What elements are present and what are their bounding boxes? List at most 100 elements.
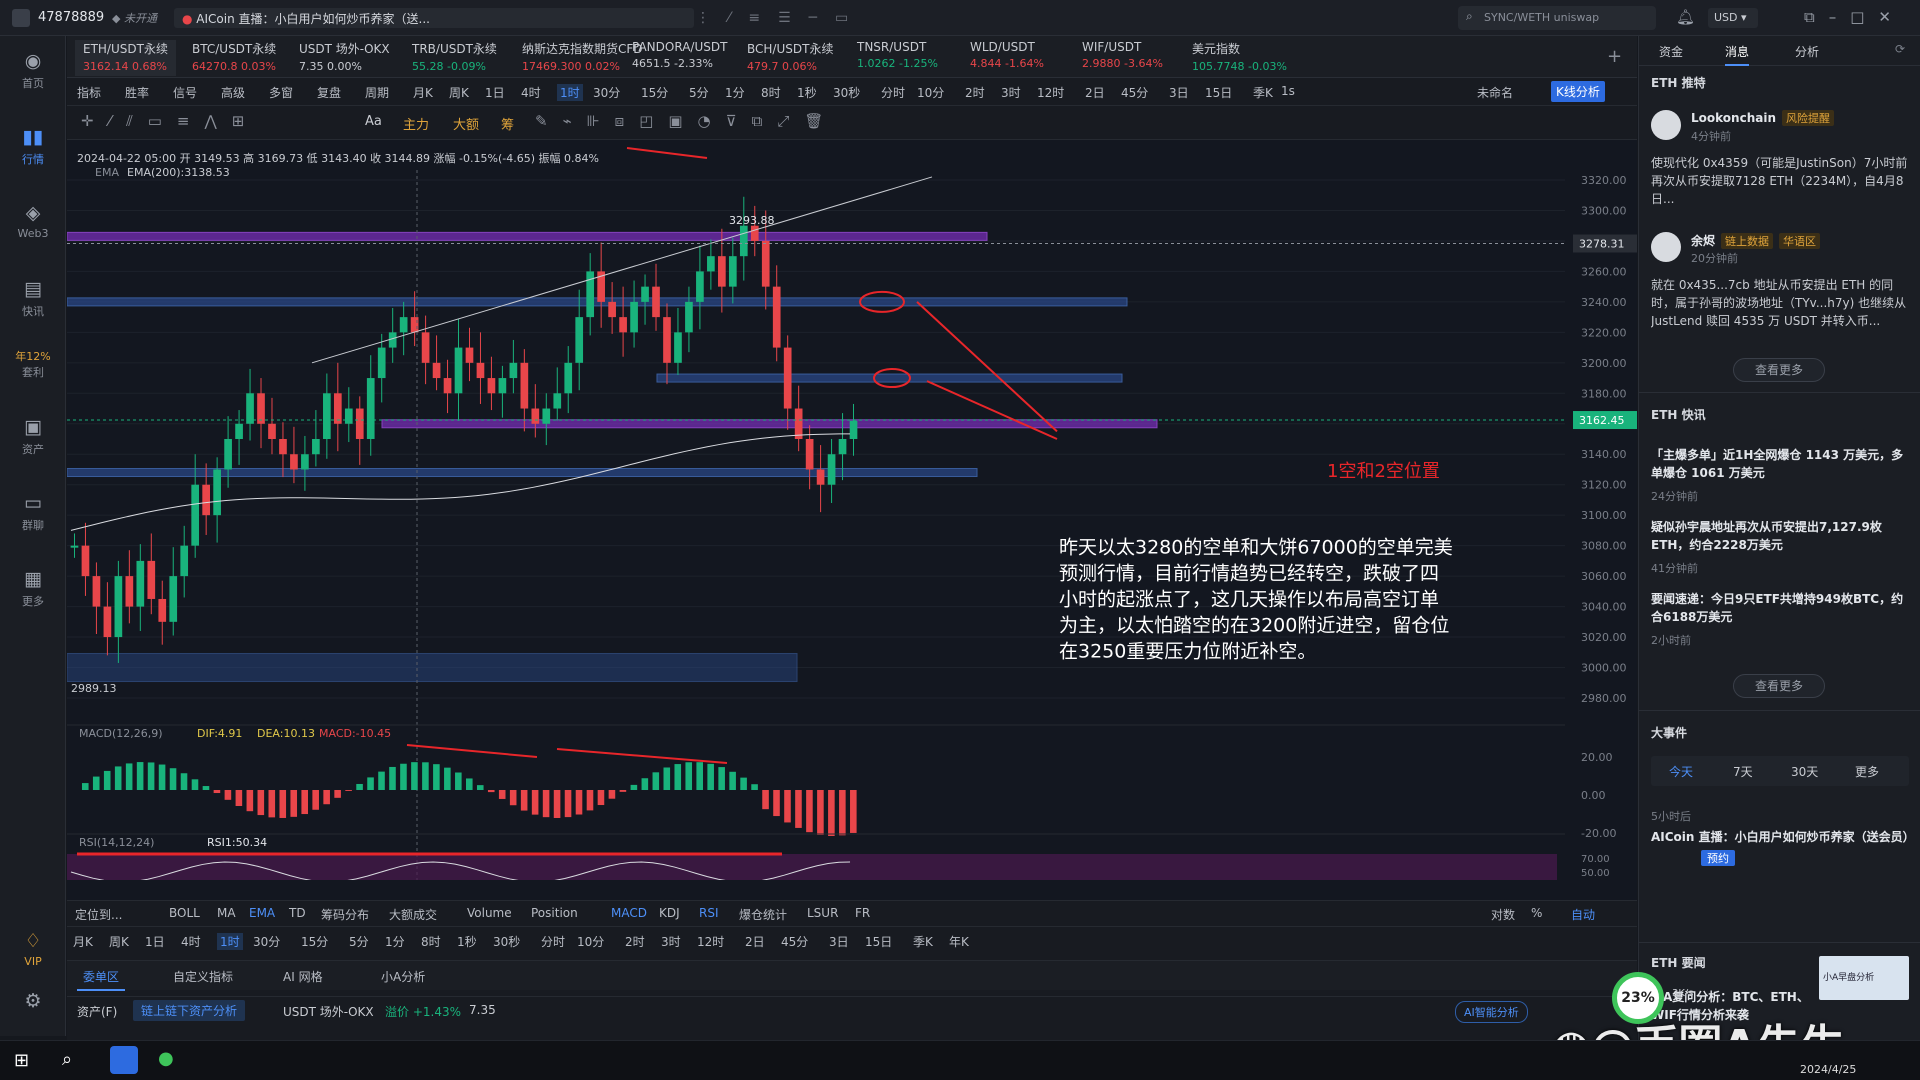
tweet-text[interactable]: 使现代化 0x4359（可能是JustinSon）7小时前再次从币安提取7128… — [1651, 154, 1909, 210]
drawing-tools-icons-2[interactable]: ✎⌁⊪⧈◰▣◔⊽⧉⤢🗑︎ — [535, 112, 838, 130]
interval-7[interactable]: 月K — [413, 84, 433, 101]
bottom-interval-8[interactable]: 1分 — [385, 933, 405, 950]
symbol-tab[interactable]: BTC/USDT永续 64270.8 0.03% — [192, 40, 276, 76]
indicator-5[interactable]: 筹码分布 — [321, 906, 369, 923]
interval-28[interactable]: 季K — [1253, 84, 1273, 101]
bottom-interval-21[interactable]: 季K — [913, 933, 933, 950]
indicator-2[interactable]: MA — [217, 906, 236, 920]
chip-tool[interactable]: 筹 — [501, 114, 514, 133]
indicator-9[interactable]: MACD — [611, 906, 647, 920]
drawing-quick-tools[interactable]: ⋮⁄≡☰─▭ — [696, 10, 866, 26]
bottom-interval-20[interactable]: 15日 — [865, 933, 892, 950]
symbol-tab[interactable]: 美元指数 105.7748 -0.03% — [1192, 40, 1287, 76]
window-controls[interactable]: ⧉–□✕ — [1804, 8, 1905, 26]
tab-messages[interactable]: 消息 — [1725, 43, 1750, 66]
wechat-icon[interactable]: ● — [158, 1048, 174, 1069]
interval-10[interactable]: 4时 — [521, 84, 541, 101]
interval-20[interactable]: 10分 — [917, 84, 944, 101]
interval-25[interactable]: 45分 — [1121, 84, 1148, 101]
nav-assets[interactable]: ▣ 资产 — [0, 416, 66, 457]
drawing-tools-icons[interactable]: ✛⁄⫽▭≡⋀⊞ — [81, 112, 259, 130]
interval-15[interactable]: 1分 — [725, 84, 745, 101]
bottom-interval-3[interactable]: 4时 — [181, 933, 201, 950]
interval-11[interactable]: 1时 — [557, 84, 583, 101]
asset-analysis-link[interactable]: 链上链下资产分析 — [133, 1000, 246, 1021]
interval-5[interactable]: 复盘 — [317, 84, 341, 101]
interval-21[interactable]: 2时 — [965, 84, 985, 101]
add-tab-icon[interactable]: + — [1607, 46, 1622, 67]
bottom-interval-5[interactable]: 30分 — [253, 933, 280, 950]
bottom-interval-2[interactable]: 1日 — [145, 933, 165, 950]
currency-select[interactable]: USD ▾ — [1708, 8, 1758, 28]
bottom-interval-13[interactable]: 10分 — [577, 933, 604, 950]
tab-today[interactable]: 今天 — [1669, 763, 1693, 780]
search-icon[interactable]: ⌕ — [62, 1049, 72, 1070]
bottom-interval-12[interactable]: 分时 — [541, 933, 565, 950]
tweet-user[interactable]: 余烬 链上数据 华语区 — [1691, 232, 1821, 249]
refresh-icon[interactable]: ⟳ — [1895, 42, 1905, 56]
indicator-7[interactable]: Volume — [467, 906, 512, 920]
indicator-1[interactable]: BOLL — [169, 906, 200, 920]
interval-0[interactable]: 指标 — [77, 84, 101, 101]
symbol-tab[interactable]: TNSR/USDT 1.0262 -1.25% — [857, 40, 938, 76]
bottom-interval-11[interactable]: 30秒 — [493, 933, 520, 950]
broadcast-banner[interactable]: ● AICoin 直播：小白用户如何炒币养家（送... — [174, 8, 694, 28]
nav-arbitrage[interactable]: 年12% 套利 — [0, 348, 66, 380]
scale-option-1[interactable]: % — [1531, 906, 1542, 920]
bottom-interval-10[interactable]: 1秒 — [457, 933, 477, 950]
bottom-interval-0[interactable]: 月K — [73, 933, 93, 950]
interval-17[interactable]: 1秒 — [797, 84, 817, 101]
panel-tab-3[interactable]: 小A分析 — [381, 968, 425, 985]
interval-6[interactable]: 周期 — [365, 84, 389, 101]
reserve-badge[interactable]: 预约 — [1701, 850, 1735, 866]
indicator-4[interactable]: TD — [289, 906, 306, 920]
indicator-8[interactable]: Position — [531, 906, 578, 920]
tweet-text[interactable]: 就在 0x435...7cb 地址从币安提出 ETH 的同时，属于孙哥的波场地址… — [1651, 276, 1909, 332]
scale-option-0[interactable]: 对数 — [1491, 906, 1515, 923]
symbol-tab[interactable]: 纳斯达克指数期货CFD 17469.300 0.02% — [522, 40, 643, 76]
interval-23[interactable]: 12时 — [1037, 84, 1064, 101]
aicoin-app-icon[interactable] — [110, 1046, 138, 1074]
nav-chat[interactable]: ▭ 群聊 — [0, 492, 66, 533]
bottom-interval-15[interactable]: 3时 — [661, 933, 681, 950]
scale-option-2[interactable]: 自动 — [1571, 906, 1595, 923]
nav-more[interactable]: ▦ 更多 — [0, 568, 66, 609]
kline-chart[interactable]: 2024-04-22 05:00 开 3149.53 高 3169.73 低 3… — [67, 140, 1637, 880]
nav-web3[interactable]: ◈ Web3 — [0, 202, 66, 240]
interval-4[interactable]: 多窗 — [269, 84, 293, 101]
interval-22[interactable]: 3时 — [1001, 84, 1021, 101]
bottom-interval-7[interactable]: 5分 — [349, 933, 369, 950]
interval-24[interactable]: 2日 — [1085, 84, 1105, 101]
asset-label[interactable]: 资产(F) — [77, 1003, 117, 1020]
event-item[interactable]: AICoin 直播：小白用户如何炒币养家（送会员） — [1651, 828, 1915, 846]
chart-area[interactable]: 2024-04-22 05:00 开 3149.53 高 3169.73 低 3… — [67, 140, 1637, 920]
symbol-tab[interactable]: WIF/USDT 2.9880 -3.64% — [1082, 40, 1163, 76]
interval-14[interactable]: 5分 — [689, 84, 709, 101]
kline-analysis-button[interactable]: K线分析 — [1551, 81, 1605, 102]
tab-analysis[interactable]: 分析 — [1795, 43, 1819, 60]
news-item[interactable]: 要闻速递：今日9只ETF共增持949枚BTC，约合6188万美元 — [1651, 590, 1909, 626]
avatar[interactable] — [1651, 110, 1681, 140]
indicator-12[interactable]: 爆仓统计 — [739, 906, 787, 923]
nav-market[interactable]: ▮▮ 行情 — [0, 126, 66, 167]
panel-tab-2[interactable]: AI 网格 — [283, 968, 323, 985]
text-tool[interactable]: Aa — [365, 114, 382, 129]
indicator-6[interactable]: 大额成交 — [389, 906, 437, 923]
interval-19[interactable]: 分时 — [881, 84, 905, 101]
symbol-tab[interactable]: ETH/USDT永续 3162.14 0.68% — [75, 40, 176, 76]
tab-more[interactable]: 更多 — [1855, 763, 1879, 780]
nav-settings[interactable]: ⚙ — [0, 990, 66, 1015]
bottom-interval-17[interactable]: 2日 — [745, 933, 765, 950]
interval-3[interactable]: 高级 — [221, 84, 245, 101]
tab-7d[interactable]: 7天 — [1733, 763, 1753, 780]
interval-27[interactable]: 15日 — [1205, 84, 1232, 101]
view-more-button[interactable]: 查看更多 — [1733, 674, 1825, 698]
layout-select[interactable]: 未命名 — [1477, 84, 1513, 101]
indicator-11[interactable]: RSI — [699, 906, 719, 920]
tweet-user[interactable]: Lookonchain 风险提醒 — [1691, 110, 1834, 126]
realtime-interval[interactable]: 1s — [1281, 84, 1295, 98]
main-force-tool[interactable]: 主力 — [403, 114, 429, 133]
indicator-13[interactable]: LSUR — [807, 906, 838, 920]
interval-12[interactable]: 30分 — [593, 84, 620, 101]
symbol-tab[interactable]: WLD/USDT 4.844 -1.64% — [970, 40, 1044, 76]
